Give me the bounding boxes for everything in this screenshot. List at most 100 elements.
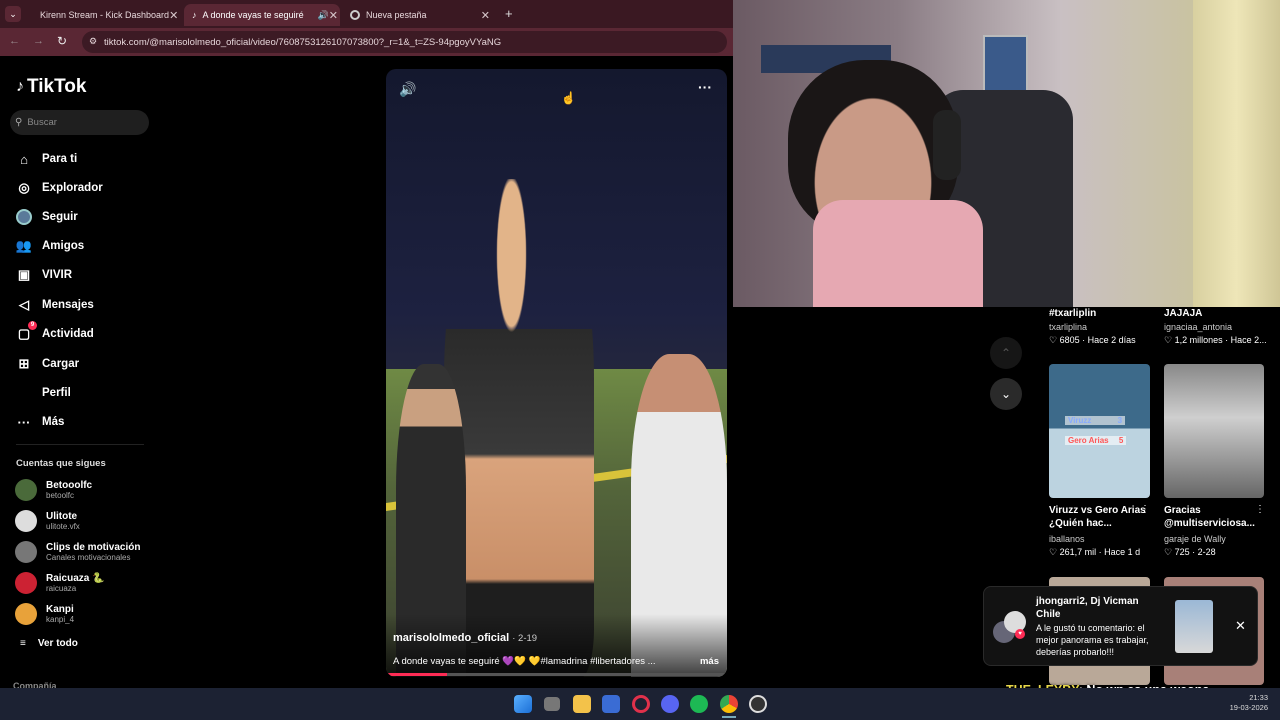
video-author[interactable]: marisololmedo_oficial [393, 632, 509, 644]
nav-seguir[interactable]: Seguir [16, 209, 78, 225]
store-icon[interactable] [602, 695, 620, 713]
tiktok-icon: ♪ [192, 10, 197, 20]
nav-vivir[interactable]: ▣ VIVIR [16, 267, 72, 283]
following-name: Betooolfc [46, 479, 93, 491]
nav-label: Amigos [42, 240, 85, 252]
more-options-icon[interactable]: ⋮ [1140, 504, 1150, 515]
related-title: JAJAJA [1164, 308, 1203, 319]
nav-perfil[interactable]: Perfil [16, 385, 71, 401]
headset [933, 110, 961, 180]
more-options-icon[interactable]: ··· [698, 79, 712, 95]
file-explorer-icon[interactable] [573, 695, 591, 713]
nav-actividad[interactable]: ▢ 9 Actividad [16, 321, 94, 342]
thumb-label: Viruzz 3 [1065, 416, 1126, 425]
close-icon[interactable]: ✕ [1235, 618, 1246, 634]
following-item[interactable]: Ulitote ulitote.vfx [15, 510, 80, 532]
nav-mensajes[interactable]: ◁ Mensajes [16, 297, 94, 313]
nav-label: Mensajes [42, 299, 94, 311]
following-item[interactable]: Betooolfc betoolfc [15, 479, 92, 501]
related-user: garaje de Wally [1164, 534, 1226, 544]
video-overlay-bottom [386, 614, 727, 677]
related-meta: ♡ 6805 · Hace 2 días [1049, 335, 1136, 345]
related-video-card[interactable]: JAJAJA ignaciaa_antonia ♡ 1,2 millones ·… [1164, 307, 1274, 346]
tab-new-tab[interactable]: Nueva pestaña ✕ [342, 4, 498, 26]
tiktok-sidebar: ♪ TikTok ⚲ Buscar ⌂ Para ti ◎ Explorador S… [0, 56, 160, 691]
close-icon[interactable]: ✕ [481, 9, 490, 22]
spotify-icon[interactable] [690, 695, 708, 713]
close-icon[interactable]: ✕ [169, 9, 178, 22]
related-thumbnail[interactable]: Viruzz 3 Gero Arias 5 [1049, 364, 1150, 498]
more-icon: ··· [17, 414, 31, 430]
activity-icon: ▢ 9 [16, 321, 37, 342]
following-name: Ulitote [46, 510, 78, 522]
scroll-down-button[interactable]: ⌄ [990, 378, 1022, 410]
logo-text: TikTok [27, 76, 87, 97]
following-item[interactable]: Raicuaza 🐍 raicuaza [15, 572, 105, 594]
upload-icon: ⊞ [18, 356, 30, 371]
nav-label: Para ti [42, 153, 78, 165]
notification-title: jhongarri2, Dj Vicman Chile [1036, 596, 1139, 620]
following-handle: Canales motivacionales [46, 552, 131, 562]
tiktok-logo[interactable]: ♪ TikTok [16, 76, 86, 98]
related-meta: ♡ 1,2 millones · Hace 2... [1164, 335, 1267, 345]
related-video-card[interactable]: #txarliplin txarliplina ♡ 6805 · Hace 2 … [1049, 307, 1159, 346]
nav-explorador[interactable]: ◎ Explorador [16, 180, 102, 196]
chrome-icon [350, 10, 360, 20]
notification-toast[interactable]: ♥ jhongarri2, Dj Vicman Chile A le gustó… [983, 586, 1258, 666]
discord-icon[interactable] [661, 695, 679, 713]
nav-para-ti[interactable]: ⌂ Para ti [16, 151, 77, 167]
following-item[interactable]: Clips de motivación Canales motivacionale… [15, 541, 140, 563]
tab-kick-dashboard[interactable]: Kirenn Stream - Kick Dashboard ✕ [26, 4, 182, 26]
related-thumbnail[interactable] [1164, 364, 1264, 498]
related-meta: ♡ 725 · 2-28 [1164, 547, 1216, 557]
speaker-icon[interactable]: 🔊 [318, 10, 329, 21]
tab-menu-button[interactable]: ⌄ [5, 6, 21, 22]
nav-label: VIVIR [42, 269, 73, 281]
following-title: Cuentas que sigues [16, 458, 106, 469]
heart-badge-icon: ♥ [1015, 629, 1025, 639]
notification-badge: 9 [28, 321, 37, 330]
forward-icon[interactable]: → [33, 35, 44, 47]
friends-icon: 👥 [15, 238, 33, 253]
related-user: ignaciaa_antonia [1164, 322, 1233, 332]
tab-label: Nueva pestaña [366, 10, 427, 20]
divider [16, 444, 144, 445]
close-icon[interactable]: ✕ [329, 9, 338, 22]
tiktok-icon: ♪ [16, 78, 24, 95]
volume-icon[interactable]: 🔊 [399, 81, 416, 98]
windows-start-icon[interactable] [514, 695, 532, 713]
chrome-icon[interactable] [720, 695, 738, 713]
see-all-link[interactable]: ≡ Ver todo [20, 638, 78, 649]
nav-mas[interactable]: ··· Más [16, 414, 65, 430]
curtain [1193, 0, 1280, 307]
reload-icon[interactable]: ↻ [57, 34, 67, 48]
obs-icon[interactable] [749, 695, 767, 713]
related-title: #txarliplin [1049, 308, 1097, 319]
clock-date: 19-03-2026 [1229, 703, 1268, 712]
opera-icon[interactable] [632, 695, 650, 713]
following-item[interactable]: Kanpi kanpi_4 [15, 603, 74, 625]
more-options-icon[interactable]: ⋮ [1255, 504, 1265, 515]
related-title: Viruzz vs Gero Arias ¿Quién hac... [1049, 505, 1146, 529]
task-view-icon[interactable] [544, 697, 560, 711]
site-info-icon[interactable]: ⚙ [89, 36, 97, 47]
video-progress-bar[interactable] [386, 673, 727, 676]
live-icon: ▣ [17, 267, 31, 282]
clock[interactable]: 21:33 19-03-2026 [1222, 693, 1268, 713]
new-tab-button[interactable]: + [505, 6, 513, 21]
nav-amigos[interactable]: 👥 Amigos [16, 238, 84, 254]
browser-tab-bar: ⌄ Kirenn Stream - Kick Dashboard ✕ ♪ A d… [0, 0, 733, 28]
back-icon[interactable]: ← [9, 35, 20, 47]
search-input[interactable]: ⚲ Buscar [10, 110, 149, 135]
nav-label: Actividad [42, 328, 94, 340]
home-icon: ⌂ [20, 151, 28, 167]
url-field[interactable]: ⚙ tiktok.com/@marisololmedo_oficial/vide… [82, 31, 727, 53]
scroll-up-button[interactable]: ⌃ [990, 337, 1022, 369]
clock-time: 21:33 [1249, 693, 1268, 702]
following-handle: ulitote.vfx [46, 521, 80, 531]
list-icon: ≡ [20, 638, 26, 649]
more-button[interactable]: más [700, 656, 719, 667]
nav-cargar[interactable]: ⊞ Cargar [16, 356, 80, 372]
video-player[interactable]: 🔊 ··· ☝ marisololmedo_oficial · 2-19 A d… [386, 69, 727, 677]
tab-tiktok-video[interactable]: ♪ A donde vayas te seguiré 🔊 ✕ [184, 4, 340, 26]
